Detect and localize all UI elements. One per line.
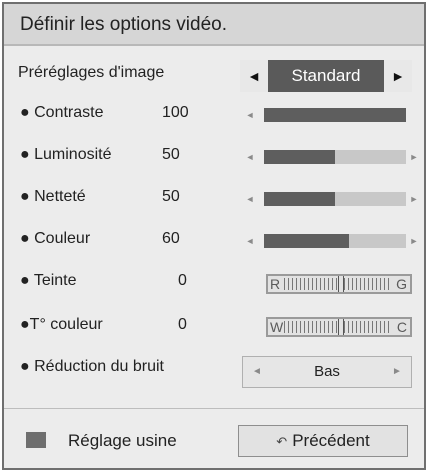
noise-selector[interactable]: ◄ Bas ► bbox=[242, 356, 412, 388]
tint-left-letter: R bbox=[270, 276, 281, 292]
brightness-left-arrow-icon[interactable]: ◄ bbox=[242, 147, 258, 167]
preset-selector[interactable]: ◄ Standard ► bbox=[240, 60, 412, 92]
color-slider[interactable]: ◄ ► bbox=[242, 231, 422, 251]
sharpness-fill bbox=[264, 192, 335, 206]
sharpness-slider[interactable]: ◄ ► bbox=[242, 189, 422, 209]
brightness-track[interactable] bbox=[264, 150, 406, 164]
contrast-label: ● Contraste bbox=[20, 104, 104, 121]
reset-color-key-icon bbox=[26, 432, 46, 448]
brightness-label: ● Luminosité bbox=[20, 146, 112, 163]
brightness-slider[interactable]: ◄ ► bbox=[242, 147, 422, 167]
tint-label: ● Teinte bbox=[20, 272, 77, 289]
back-button[interactable]: ↶ Précédent bbox=[238, 425, 408, 457]
temp-left-letter: W bbox=[270, 319, 284, 335]
contrast-track[interactable] bbox=[264, 108, 406, 122]
noise-left-arrow-icon[interactable]: ◄ bbox=[245, 357, 269, 387]
color-track[interactable] bbox=[264, 234, 406, 248]
preset-label: Préréglages d'image bbox=[18, 64, 165, 81]
divider bbox=[4, 408, 424, 409]
sharpness-value: 50 bbox=[162, 188, 180, 205]
noise-label: ● Réduction du bruit bbox=[20, 358, 164, 375]
temp-bar: W C bbox=[266, 317, 412, 337]
tint-value: 0 bbox=[178, 272, 187, 289]
brightness-right-arrow-icon[interactable]: ► bbox=[406, 147, 422, 167]
tint-right-letter: G bbox=[396, 276, 407, 292]
color-fill bbox=[264, 234, 350, 248]
contrast-fill bbox=[264, 108, 406, 122]
contrast-left-arrow-icon[interactable]: ◄ bbox=[242, 105, 258, 125]
reset-label[interactable]: Réglage usine bbox=[68, 431, 177, 451]
back-button-label: Précédent bbox=[292, 431, 370, 450]
noise-value: Bas bbox=[314, 363, 340, 380]
temp-label: ●T° couleur bbox=[20, 316, 103, 333]
color-label: ● Couleur bbox=[20, 230, 91, 247]
brightness-fill bbox=[264, 150, 335, 164]
color-left-arrow-icon[interactable]: ◄ bbox=[242, 231, 258, 251]
sharpness-label: ● Netteté bbox=[20, 188, 86, 205]
preset-right-arrow-icon[interactable]: ► bbox=[384, 60, 412, 92]
preset-left-arrow-icon[interactable]: ◄ bbox=[240, 60, 268, 92]
contrast-value: 100 bbox=[162, 104, 189, 121]
video-options-panel: Définir les options vidéo. Préréglages d… bbox=[2, 2, 426, 470]
panel-header: Définir les options vidéo. bbox=[4, 4, 424, 46]
sharpness-track[interactable] bbox=[264, 192, 406, 206]
tint-bar: R G bbox=[266, 274, 412, 294]
temp-right-letter: C bbox=[396, 319, 407, 335]
back-arrow-icon: ↶ bbox=[276, 434, 288, 449]
temp-value: 0 bbox=[178, 316, 187, 333]
brightness-value: 50 bbox=[162, 146, 180, 163]
contrast-slider[interactable]: ◄ bbox=[242, 105, 422, 125]
preset-value: Standard bbox=[291, 66, 361, 85]
sharpness-left-arrow-icon[interactable]: ◄ bbox=[242, 189, 258, 209]
color-value: 60 bbox=[162, 230, 180, 247]
noise-right-arrow-icon[interactable]: ► bbox=[385, 357, 409, 387]
sharpness-right-arrow-icon[interactable]: ► bbox=[406, 189, 422, 209]
color-right-arrow-icon[interactable]: ► bbox=[406, 231, 422, 251]
panel-title: Définir les options vidéo. bbox=[20, 14, 227, 35]
